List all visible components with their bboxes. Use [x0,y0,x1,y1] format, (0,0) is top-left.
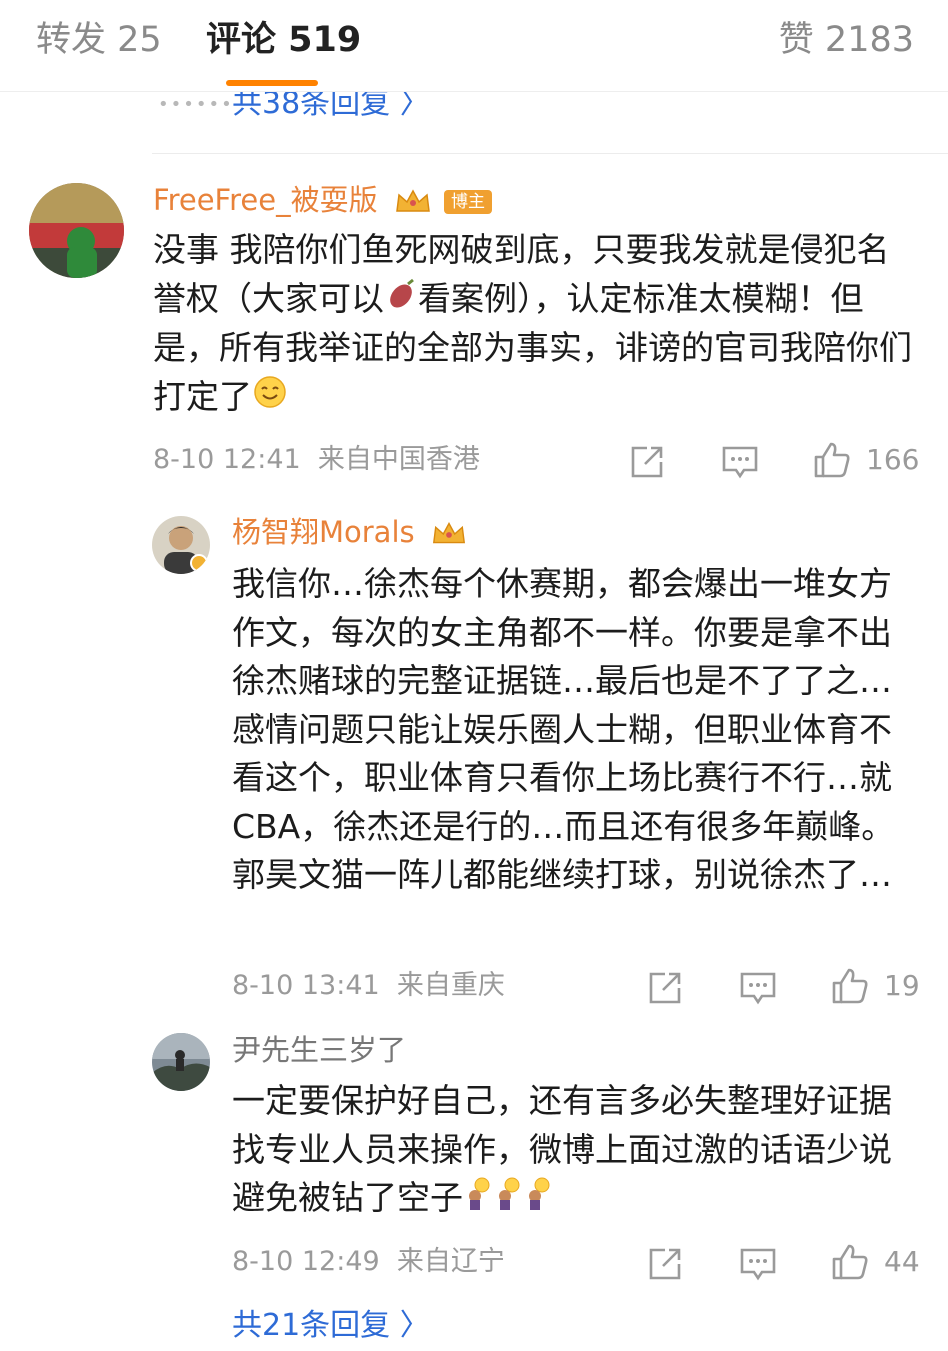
comment-location: 来自中国香港 [317,444,480,475]
smile-emoji-icon [252,374,288,424]
share-icon[interactable] [645,1244,685,1284]
tab-comments[interactable]: 评论 519 [206,18,361,62]
thumbs-up-icon[interactable] [830,966,870,1006]
share-icon[interactable] [645,968,685,1008]
comment-location: 来自辽宁 [396,1246,505,1277]
comment-author[interactable]: 杨智翔Morals [232,514,468,550]
comment-time: 8-10 12:41 [153,444,301,475]
tab-repost[interactable]: 转发 25 [36,18,162,62]
tab-likes[interactable]: 赞 2183 [779,18,914,62]
comment-time: 8-10 12:49 [232,1246,380,1277]
comment-author[interactable]: FreeFree_被耍版 博主 [153,182,493,218]
comment-meta: 8-10 12:49 来自辽宁 [232,1245,505,1279]
comment-time: 8-10 13:41 [232,970,380,1001]
view-more-replies-link[interactable]: 共38条回复 〉 [232,92,430,122]
comment-meta: 8-10 12:41 来自中国香港 [153,443,480,477]
idea-bulb-emoji-icon [523,1175,553,1224]
comment-text: 一定要保护好自己，还有言多必失整理好证据找专业人员来操作，微博上面过激的话语少说… [232,1077,900,1224]
previous-thread-more-row: •••••• 共38条回复 〉 [0,92,948,122]
sweet-potato-emoji-icon [384,276,418,325]
author-name[interactable]: 杨智翔Morals [232,515,415,549]
like-count: 19 [884,969,920,1002]
comment-icon[interactable] [738,1244,778,1284]
comment-text: 没事 我陪你们鱼死网破到底，只要我发就是侵犯名誉权（大家可以 看案例），认定标准太… [153,226,913,423]
crown-icon [395,189,430,212]
comment-icon[interactable] [738,968,778,1008]
thumbs-up-icon[interactable] [830,1242,870,1282]
comment-author[interactable]: 尹先生三岁了 [232,1032,406,1068]
comment-location: 来自重庆 [396,970,505,1001]
share-icon[interactable] [627,442,667,482]
author-name[interactable]: 尹先生三岁了 [232,1033,406,1067]
divider [152,153,948,154]
author-name[interactable]: FreeFree_被耍版 [153,183,378,217]
active-tab-indicator [226,80,318,86]
thumbs-up-icon[interactable] [812,440,852,480]
view-more-replies-link[interactable]: 共21条回复 〉 [232,1306,430,1346]
comment-icon[interactable] [720,442,760,482]
like-count: 44 [884,1245,920,1278]
author-badge: 博主 [444,190,493,214]
idea-bulb-emoji-icon [463,1175,493,1224]
comment-text: 我信你…徐杰每个休赛期，都会爆出一堆女方作文，每次的女主角都不一样。你要是拿不出… [232,564,895,894]
separator-dots: •••••• [158,94,234,115]
tab-bar: 转发 25 评论 519 赞 2183 [0,0,948,92]
avatar[interactable] [152,516,210,574]
avatar[interactable] [29,183,124,278]
like-count: 166 [866,443,920,476]
idea-bulb-emoji-icon [493,1175,523,1224]
avatar[interactable] [152,1033,210,1091]
crown-icon [432,522,465,544]
comment-meta: 8-10 13:41 来自重庆 [232,969,505,1003]
